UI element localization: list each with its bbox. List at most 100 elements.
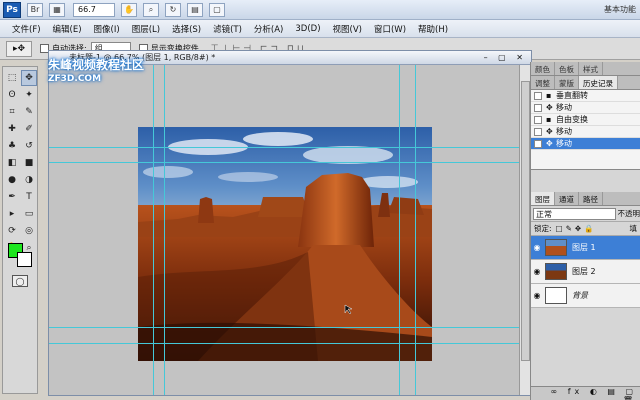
3d-rotate-tool-icon[interactable]: ⟳	[4, 223, 20, 239]
menu-edit[interactable]: 编辑(E)	[53, 23, 82, 35]
history-brush-source-box[interactable]	[534, 127, 542, 136]
tab-swatches[interactable]: 色板	[555, 62, 579, 75]
canvas-area[interactable]	[49, 65, 519, 395]
move-tool-preset-icon[interactable]: ▸✥	[6, 40, 32, 57]
shape-tool-icon[interactable]: ▭	[21, 206, 37, 222]
tab-adjustments[interactable]: 调整	[531, 76, 555, 89]
history-item[interactable]: ✥ 移动	[531, 102, 640, 114]
history-panel-tabs: 调整 蒙版 历史记录	[531, 76, 640, 90]
document-window: 未标题-1 @ 66.7% (图层 1, RGB/8#) * – ▢ ✕	[48, 50, 532, 396]
history-item-label: 垂直翻转	[556, 91, 588, 100]
menu-image[interactable]: 图像(I)	[94, 23, 120, 35]
pen-tool-icon[interactable]: ✒	[4, 189, 20, 205]
bridge-button[interactable]: Br	[27, 2, 43, 17]
menu-analysis[interactable]: 分析(A)	[254, 23, 283, 35]
history-brush-tool-icon[interactable]: ↺	[21, 138, 37, 154]
menu-view[interactable]: 视图(V)	[333, 23, 362, 35]
history-brush-source-box[interactable]	[534, 115, 542, 124]
lasso-tool-icon[interactable]: ʘ	[4, 87, 20, 103]
menu-3d[interactable]: 3D(D)	[295, 24, 320, 34]
layer-row-selected[interactable]: ◉ 图层 1	[531, 236, 640, 260]
layer-row[interactable]: ◉ 图层 2	[531, 260, 640, 284]
tab-layers[interactable]: 图层	[531, 192, 555, 205]
history-item-label: 自由变换	[556, 115, 588, 124]
arrange-docs-icon[interactable]: ▤	[187, 2, 203, 17]
layer-name: 图层 2	[572, 267, 596, 276]
crop-tool-icon[interactable]: ⌗	[4, 104, 20, 120]
healing-brush-tool-icon[interactable]: ✚	[4, 121, 20, 137]
eraser-tool-icon[interactable]: ◧	[4, 155, 20, 171]
menu-window[interactable]: 窗口(W)	[374, 23, 406, 35]
menu-filter[interactable]: 滤镜(T)	[213, 23, 242, 35]
layer-thumbnail	[545, 239, 567, 256]
watermark-line1: 朱峰视频教程社区	[48, 58, 145, 72]
guide-line	[415, 65, 416, 395]
type-tool-icon[interactable]: T	[21, 189, 37, 205]
history-brush-source-box[interactable]	[534, 139, 542, 148]
view-extras-icon[interactable]: ▦	[49, 2, 65, 17]
menu-layer[interactable]: 图层(L)	[132, 23, 160, 35]
rotate-view-icon[interactable]: ↻	[165, 2, 181, 17]
history-item[interactable]: ▪ 自由变换	[531, 114, 640, 126]
3d-orbit-tool-icon[interactable]: ◎	[21, 223, 37, 239]
menu-select[interactable]: 选择(S)	[172, 23, 201, 35]
zoom-tool-icon[interactable]: ⌕	[143, 2, 159, 17]
history-step-icon: ▪	[546, 115, 552, 124]
history-step-icon: ▪	[546, 91, 552, 100]
history-item-label: 移动	[556, 127, 572, 136]
color-panel-tabs: 颜色 色板 样式	[531, 62, 640, 76]
history-item-selected[interactable]: ✥ 移动	[531, 138, 640, 150]
history-brush-source-box[interactable]	[534, 91, 542, 100]
photoshop-logo: Ps	[3, 1, 21, 18]
path-selection-tool-icon[interactable]: ▸	[4, 206, 20, 222]
move-icon: ✥	[546, 103, 553, 112]
tab-styles[interactable]: 样式	[579, 62, 603, 75]
workspace-switcher[interactable]: 基本功能	[604, 4, 636, 15]
scrollbar-thumb[interactable]	[521, 81, 530, 361]
menu-help[interactable]: 帮助(H)	[418, 23, 448, 35]
history-brush-source-box[interactable]	[534, 103, 542, 112]
guide-line	[49, 147, 519, 148]
move-icon: ✥	[546, 127, 553, 136]
layer-name: 背景	[572, 291, 588, 300]
tab-history[interactable]: 历史记录	[579, 76, 618, 89]
eye-icon[interactable]: ◉	[531, 267, 543, 276]
gradient-tool-icon[interactable]: ■	[21, 155, 37, 171]
tab-masks[interactable]: 蒙版	[555, 76, 579, 89]
dodge-tool-icon[interactable]: ◑	[21, 172, 37, 188]
guide-line	[164, 65, 165, 395]
lock-icons[interactable]: □✎✥🔒	[556, 224, 597, 233]
zoom-level-field[interactable]: 66.7	[73, 2, 115, 17]
eyedropper-tool-icon[interactable]: ✎	[21, 104, 37, 120]
screen-mode-icon[interactable]: ▢	[209, 2, 225, 17]
guide-line	[399, 65, 400, 395]
eye-icon[interactable]: ◉	[531, 291, 543, 300]
toolbox: ⬚ ✥ ʘ ✦ ⌗ ✎ ✚ ✐ ♣ ↺ ◧ ■ ● ◑ ✒ T ▸ ▭ ⟳ ◎ …	[2, 66, 38, 394]
blend-mode-row: 正常 不透明	[531, 206, 640, 222]
blur-tool-icon[interactable]: ●	[4, 172, 20, 188]
watermark-line2: ZF3D.COM	[48, 74, 102, 84]
hand-tool-icon[interactable]: ✋	[121, 2, 137, 17]
brush-tool-icon[interactable]: ✐	[21, 121, 37, 137]
marquee-tool-icon[interactable]: ⬚	[4, 70, 20, 86]
layers-footer-icons[interactable]: ∞ fx ◐ ▤ ▢ 🗑	[531, 386, 640, 400]
tab-channels[interactable]: 通道	[555, 192, 579, 205]
tab-paths[interactable]: 路径	[579, 192, 603, 205]
background-color-swatch[interactable]	[17, 252, 32, 267]
move-tool-icon[interactable]: ✥	[21, 70, 37, 86]
layer-row[interactable]: ◉ 背景	[531, 284, 640, 308]
menu-file[interactable]: 文件(F)	[12, 23, 41, 35]
history-item[interactable]: ✥ 移动	[531, 126, 640, 138]
tab-color[interactable]: 颜色	[531, 62, 555, 75]
layer-thumbnail	[545, 287, 567, 304]
eye-icon[interactable]: ◉	[531, 243, 543, 252]
history-item[interactable]: ▪ 垂直翻转	[531, 90, 640, 102]
clone-stamp-tool-icon[interactable]: ♣	[4, 138, 20, 154]
magic-wand-tool-icon[interactable]: ✦	[21, 87, 37, 103]
blend-mode-dropdown[interactable]: 正常	[533, 207, 616, 220]
menu-bar: 文件(F) 编辑(E) 图像(I) 图层(L) 选择(S) 滤镜(T) 分析(A…	[0, 20, 640, 38]
opacity-label: 不透明	[617, 209, 640, 218]
quick-mask-icon[interactable]: ◯	[12, 275, 28, 287]
guide-line	[49, 327, 519, 328]
document-window-controls[interactable]: – ▢ ✕	[484, 53, 527, 62]
